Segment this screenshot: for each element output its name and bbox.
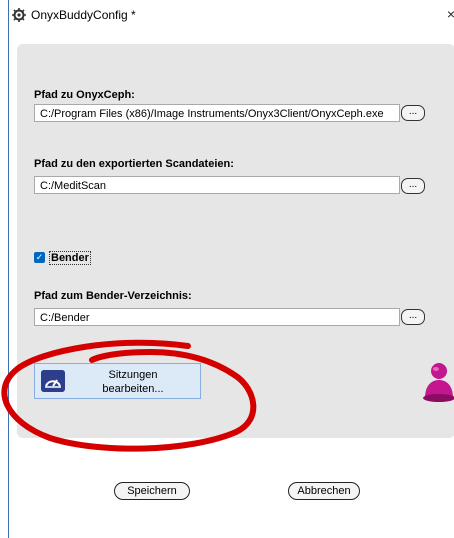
save-button[interactable]: Speichern (114, 482, 190, 500)
onyxceph-browse-button[interactable]: ... (401, 105, 425, 121)
bender-path-label: Pfad zum Bender-Verzeichnis: (34, 290, 192, 302)
scan-path-field[interactable]: C:/MeditScan (34, 176, 400, 194)
edit-sessions-button[interactable]: Sitzungen bearbeiten... (34, 363, 201, 399)
bender-browse-button[interactable]: ... (401, 309, 425, 325)
config-window: OnyxBuddyConfig * × Pfad zu OnyxCeph: C:… (8, 0, 454, 538)
bender-path-field[interactable]: C:/Bender (34, 308, 400, 326)
edit-sessions-line1: Sitzungen (108, 369, 158, 381)
app-gear-icon (12, 8, 26, 22)
speedometer-icon (41, 370, 65, 392)
onyxceph-path-field[interactable]: C:/Program Files (x86)/Image Instruments… (34, 104, 400, 122)
title-bar[interactable]: OnyxBuddyConfig * × (9, 0, 454, 32)
close-icon[interactable]: × (441, 6, 454, 22)
scan-browse-button[interactable]: ... (401, 178, 425, 194)
scan-path-label: Pfad zu den exportierten Scandateien: (34, 158, 234, 170)
edit-sessions-label: Sitzungen bearbeiten... (83, 368, 183, 396)
window-title: OnyxBuddyConfig * (31, 8, 136, 22)
bender-checkbox[interactable]: ✓ (34, 252, 45, 263)
user-pawn-icon (423, 363, 454, 402)
edit-sessions-line2: bearbeiten... (102, 383, 164, 395)
cancel-button[interactable]: Abbrechen (288, 482, 360, 500)
bender-checkbox-label[interactable]: Bender (49, 251, 91, 265)
onyxceph-path-label: Pfad zu OnyxCeph: (34, 89, 135, 101)
